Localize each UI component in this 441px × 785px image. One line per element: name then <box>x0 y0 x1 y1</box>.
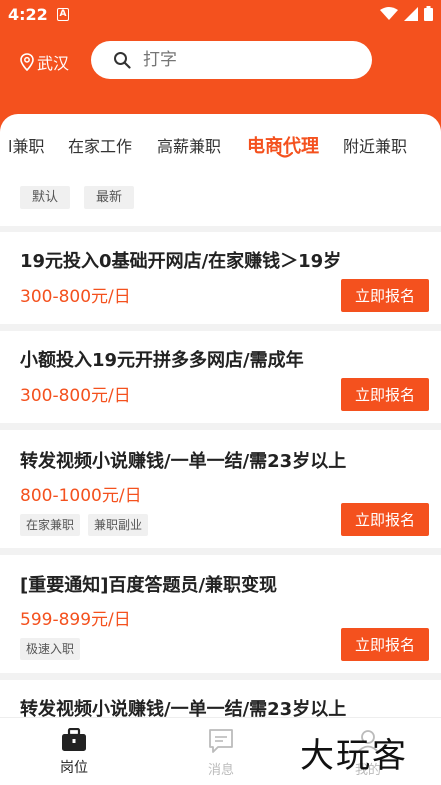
job-salary: 300-800元/日 <box>20 287 131 307</box>
tab-work-from-home[interactable]: 在家工作 <box>68 133 132 157</box>
job-card[interactable]: 转发视频小说赚钱/一单一结/需23岁以上 <box>0 680 441 720</box>
job-title: [重要通知]百度答题员/兼职变现 <box>20 575 278 596</box>
location-pin-icon <box>20 53 34 71</box>
job-salary: 300-800元/日 <box>20 386 131 406</box>
signal-icon <box>404 6 418 21</box>
filter-default[interactable]: 默认 <box>20 186 71 209</box>
job-title: 小额投入19元开拼多多网店/需成年 <box>20 350 304 371</box>
job-title: 转发视频小说赚钱/一单一结/需23岁以上 <box>20 451 347 472</box>
apply-button[interactable]: 立即报名 <box>341 378 429 411</box>
category-tabs: l兼职 在家工作 高薪兼职 电商代理 附近兼职 <box>0 133 441 165</box>
tab-nearby[interactable]: 附近兼职 <box>343 133 407 157</box>
status-time: 4:22 <box>8 5 48 24</box>
nav-jobs[interactable]: 岗位 <box>34 728 114 777</box>
sort-filters: 默认 最新 <box>20 186 135 209</box>
apply-button[interactable]: 立即报名 <box>341 503 429 536</box>
job-card[interactable]: 小额投入19元开拼多多网店/需成年 300-800元/日 立即报名 <box>0 331 441 423</box>
city-label: 武汉 <box>37 54 70 73</box>
watermark-logo: 大玩客 <box>300 736 408 776</box>
nav-label-jobs: 岗位 <box>60 760 88 776</box>
job-card[interactable]: [重要通知]百度答题员/兼职变现 599-899元/日 极速入职 立即报名 <box>0 555 441 673</box>
status-icons <box>380 6 433 21</box>
status-bar: 4:22 A <box>0 0 441 30</box>
job-tag: 在家兼职 <box>20 514 81 536</box>
active-tab-indicator <box>277 152 293 158</box>
job-salary: 800-1000元/日 <box>20 486 142 506</box>
apply-button[interactable]: 立即报名 <box>341 279 429 312</box>
nav-label-messages: 消息 <box>207 763 234 778</box>
tab-part-time[interactable]: l兼职 <box>8 133 44 157</box>
search-bar[interactable] <box>91 41 372 79</box>
status-badge-icon: A <box>57 8 69 21</box>
job-tags: 在家兼职 兼职副业 <box>20 514 149 536</box>
city-selector[interactable]: 武汉 <box>20 50 69 74</box>
job-salary: 599-899元/日 <box>20 610 131 630</box>
job-card[interactable]: 转发视频小说赚钱/一单一结/需23岁以上 800-1000元/日 在家兼职 兼职… <box>0 430 441 548</box>
nav-messages[interactable]: 消息 <box>181 728 261 778</box>
search-input[interactable] <box>143 50 343 70</box>
battery-icon <box>424 6 433 21</box>
job-title: 19元投入0基础开网店/在家赚钱＞19岁 <box>20 251 342 272</box>
tab-high-salary[interactable]: 高薪兼职 <box>157 133 221 157</box>
search-icon <box>114 52 131 69</box>
job-tags: 极速入职 <box>20 638 81 660</box>
category-panel <box>0 114 441 226</box>
job-card[interactable]: 19元投入0基础开网店/在家赚钱＞19岁 300-800元/日 立即报名 <box>0 232 441 324</box>
job-tag: 极速入职 <box>20 638 81 660</box>
apply-button[interactable]: 立即报名 <box>341 628 429 661</box>
filter-latest[interactable]: 最新 <box>84 186 135 209</box>
briefcase-icon <box>62 728 86 751</box>
message-icon <box>209 729 233 753</box>
job-tag: 兼职副业 <box>88 514 149 536</box>
wifi-icon <box>380 6 398 20</box>
